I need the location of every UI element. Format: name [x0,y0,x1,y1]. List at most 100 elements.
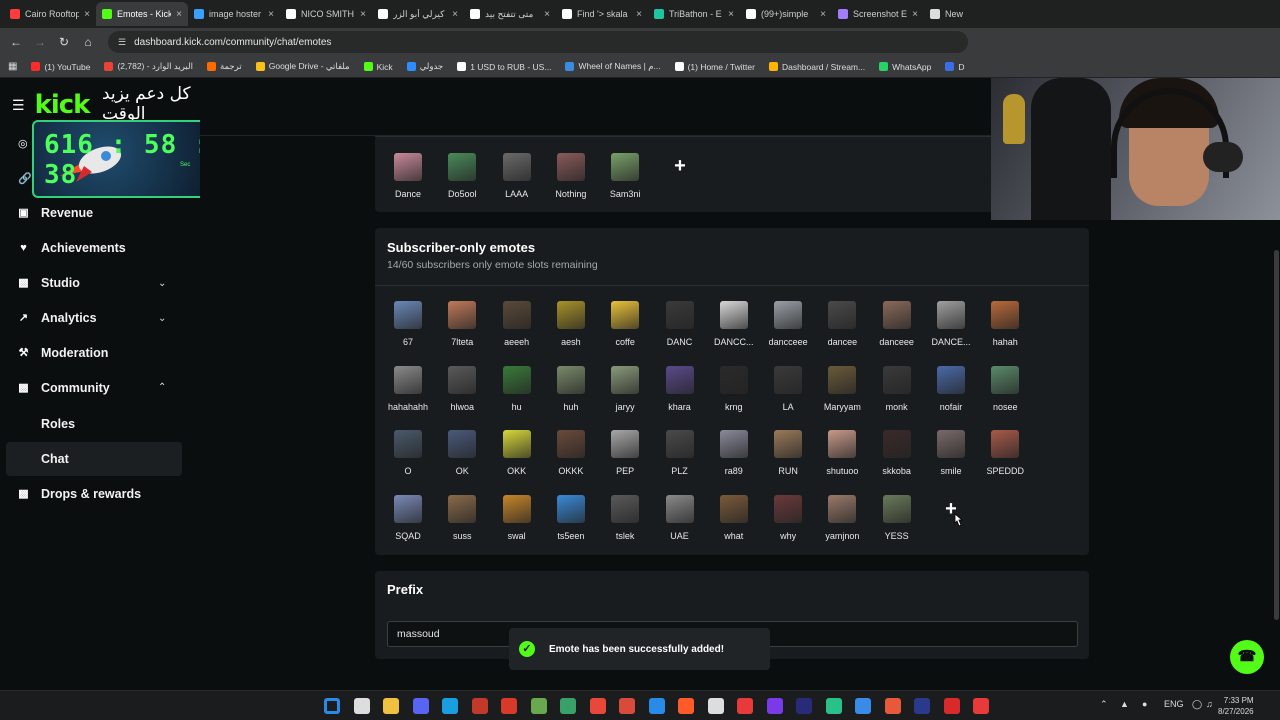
close-tab-icon[interactable]: × [912,9,918,20]
chevron-down-icon[interactable]: ⌄ [158,313,166,324]
emote-item[interactable]: SPEDDD [978,430,1032,476]
emote-item[interactable]: hahahahh [381,365,435,412]
reload-icon[interactable]: ↻ [52,35,76,49]
sidebar-item-revenue[interactable]: ▣ Revenue [18,206,93,220]
emote-item[interactable]: 7lteta [435,301,489,347]
emote-item[interactable]: 67 [381,301,435,347]
windows-start-icon[interactable] [324,698,340,714]
emote-item[interactable]: skkoba [870,430,924,476]
close-tab-icon[interactable]: × [452,9,458,20]
browser-tab[interactable]: متى تتفتح بيد × [464,2,556,26]
taskbar-app-icon[interactable] [973,698,989,714]
kick-logo[interactable]: kick [35,90,91,120]
language-indicator[interactable]: ENG [1164,699,1184,709]
browser-tab[interactable]: image hoster × [188,2,280,26]
bookmark-item[interactable]: (2,782) - البريد الوارد [104,61,193,72]
bookmark-item[interactable]: 1 USD to RUB - US... [457,62,551,72]
tray-chevron-icon[interactable]: ⌃ [1100,699,1108,710]
browser-tab[interactable]: Cairo Rooftop × [4,2,96,26]
close-tab-icon[interactable]: × [636,9,642,20]
taskbar-app-icon[interactable] [707,698,724,714]
taskbar-app-icon[interactable] [383,698,399,714]
emote-item[interactable]: ts5een [544,495,598,541]
bookmark-item[interactable]: Google Drive - ملفاتي [255,61,350,72]
emote-item[interactable]: what [707,495,761,541]
home-icon[interactable]: ⌂ [76,35,100,49]
emote-item[interactable]: Dance [381,153,435,199]
sidebar-item-drops[interactable]: ▩ Drops & rewards [18,487,141,501]
mic-icon[interactable]: ● [1142,699,1147,709]
emote-item[interactable]: coffe [598,301,652,347]
bookmark-item[interactable]: WhatsApp [879,62,931,72]
site-info-icon[interactable]: ☰ [118,37,126,48]
taskbar-app-icon[interactable] [914,698,930,714]
bookmark-item[interactable]: ترجمة [206,61,242,72]
emote-item[interactable]: RUN [761,430,815,476]
emote-item[interactable]: OKK [490,430,544,476]
bookmark-item[interactable]: Dashboard / Stream... [768,62,865,72]
sidebar-subitem-chat-active[interactable] [6,442,182,476]
network-icon[interactable]: ▲ [1120,699,1129,709]
sidebar-item-community[interactable]: ▩ Community [18,381,109,395]
taskbar-app-icon[interactable] [648,698,665,714]
taskbar-app-icon[interactable] [619,698,635,714]
emote-item[interactable]: yamjnon [815,495,869,541]
browser-tab[interactable]: NICO SMITH × [280,2,372,26]
emote-item[interactable]: PLZ [653,430,707,476]
emote-item[interactable]: jaryy [598,365,652,412]
taskbar-app-icon[interactable] [530,698,547,714]
emote-item[interactable]: DANCC... [707,301,761,347]
taskbar-app-icon[interactable] [353,698,370,714]
support-chat-button[interactable]: ☎ [1230,640,1264,674]
taskbar-app-icon[interactable] [412,698,429,714]
bookmark-item[interactable]: (1) YouTube [31,62,90,72]
emote-item[interactable]: huh [544,365,598,412]
browser-tab[interactable]: Screenshot E × [832,2,924,26]
emote-item[interactable]: danceee [870,301,924,347]
close-tab-icon[interactable]: × [84,9,90,20]
emote-item[interactable]: LAAA [490,153,544,199]
emote-item[interactable]: Do5ool [435,153,489,199]
taskbar-app-icon[interactable] [737,698,753,714]
url-field[interactable]: ☰ dashboard.kick.com/community/chat/emot… [108,31,968,53]
emote-item[interactable]: why [761,495,815,541]
emote-item[interactable]: swal [490,495,544,541]
emote-item[interactable]: suss [435,495,489,541]
taskbar-app-icon[interactable] [471,698,488,714]
taskbar-app-icon[interactable] [884,698,901,714]
emote-item[interactable]: Nothing [544,153,598,199]
emote-item[interactable]: aeeeh [490,301,544,347]
volume-icon[interactable]: ♫ [1206,699,1213,709]
emote-item[interactable]: dancceee [761,301,815,347]
sidebar-subitem-roles[interactable]: Roles [41,417,75,431]
emote-item[interactable]: LA [761,365,815,412]
browser-tab[interactable]: كيرلي أبو الزر × [372,2,464,26]
emote-item[interactable]: YESS [870,495,924,541]
emote-item[interactable]: ra89 [707,430,761,476]
emote-item[interactable]: OK [435,430,489,476]
sidebar-subitem-chat[interactable]: Chat [41,452,69,466]
close-tab-icon[interactable]: × [544,9,550,20]
browser-tab[interactable]: New [924,2,1016,26]
chevron-up-icon[interactable]: ⌃ [158,382,166,393]
system-clock[interactable]: 7:33 PM 8/27/2026 [1218,695,1254,717]
chevron-down-icon[interactable]: ⌄ [158,278,166,289]
bookmark-item[interactable]: (1) Home / Twitter [674,62,755,72]
emote-item[interactable]: Sam3ni [598,153,652,199]
scrollbar-thumb[interactable] [1274,250,1279,620]
bookmark-item[interactable]: Wheel of Names | م... [565,61,661,72]
sidebar-item-analytics[interactable]: ↗ Analytics [18,311,97,325]
emote-item[interactable]: smile [924,430,978,476]
browser-tab[interactable]: Find '> skala × [556,2,648,26]
emote-item[interactable]: nofair [924,365,978,412]
emote-item[interactable]: hu [490,365,544,412]
browser-tab[interactable]: (99+)simple × [740,2,832,26]
taskbar-app-icon[interactable] [825,698,842,714]
emote-item[interactable]: krng [707,365,761,412]
sidebar-item-moderation[interactable]: ⚒ Moderation [18,346,109,360]
taskbar-app-icon[interactable] [560,698,576,714]
add-emote-button[interactable]: + [662,148,698,184]
emote-item[interactable]: nosee [978,365,1032,412]
close-tab-icon[interactable]: × [820,9,826,20]
emote-item[interactable]: shutuoo [815,430,869,476]
